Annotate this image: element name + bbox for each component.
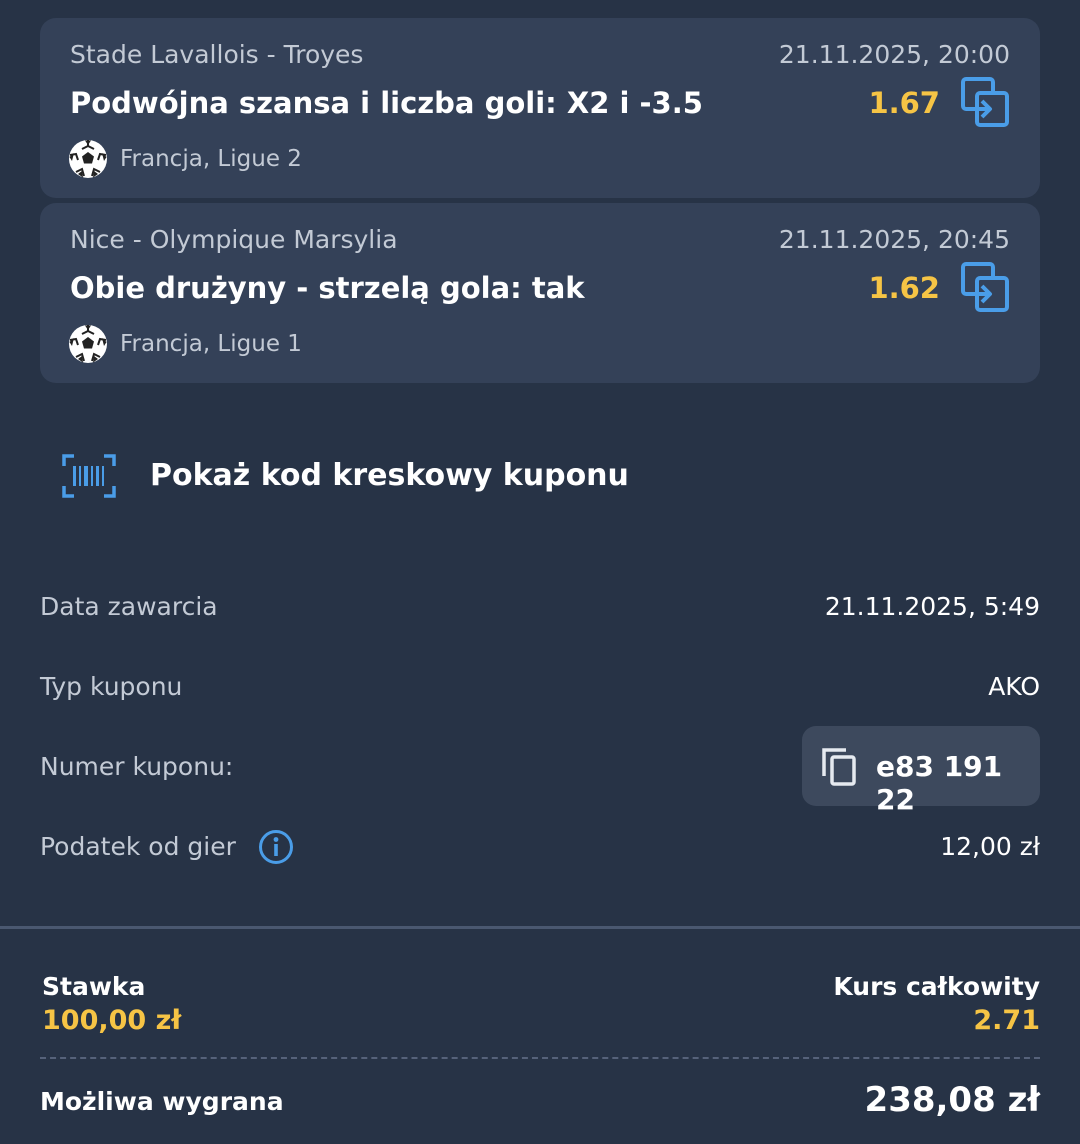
bet-market: Obie drużyny - strzelą gola: tak xyxy=(70,271,585,305)
bet-market: Podwójna szansa i liczba goli: X2 i -3.5 xyxy=(70,86,703,120)
match-date: 21.11.2025, 20:45 xyxy=(778,225,1010,254)
bet-card[interactable]: Stade Lavallois - Troyes 21.11.2025, 20:… xyxy=(40,18,1040,198)
copy-coupon-number-button[interactable]: e83 191 22 xyxy=(802,726,1040,816)
match-name: Nice - Olympique Marsylia xyxy=(70,225,398,254)
possible-win-label: Możliwa wygrana xyxy=(40,1087,284,1116)
match-name: Stade Lavallois - Troyes xyxy=(70,40,364,69)
stake-label: Stawka xyxy=(42,972,146,1001)
soccer-ball-icon xyxy=(69,325,107,363)
tax-value: 12,00 zł xyxy=(940,832,1040,861)
date-label: Data zawarcia xyxy=(40,592,218,621)
total-odds-label: Kurs całkowity xyxy=(833,972,1040,1001)
info-icon[interactable] xyxy=(258,829,294,865)
date-value: 21.11.2025, 5:49 xyxy=(824,592,1040,621)
match-date: 21.11.2025, 20:00 xyxy=(778,40,1010,69)
divider xyxy=(0,926,1080,929)
copy-to-slip-icon[interactable] xyxy=(960,261,1010,313)
show-barcode-label: Pokaż kod kreskowy kuponu xyxy=(150,458,629,493)
league-name: Francja, Ligue 2 xyxy=(120,146,302,172)
bet-card[interactable]: Nice - Olympique Marsylia 21.11.2025, 20… xyxy=(40,203,1040,383)
tax-label: Podatek od gier xyxy=(40,832,236,861)
coupon-number-label: Numer kuponu: xyxy=(40,752,234,781)
possible-win-value: 238,08 zł xyxy=(864,1080,1040,1120)
barcode-scan-icon xyxy=(62,454,116,498)
total-odds-value: 2.71 xyxy=(973,1005,1040,1036)
dashed-divider xyxy=(40,1057,1040,1059)
coupon-type-label: Typ kuponu xyxy=(40,672,183,701)
soccer-ball-icon xyxy=(69,140,107,178)
copy-icon xyxy=(822,748,856,786)
copy-to-slip-icon[interactable] xyxy=(960,76,1010,128)
stake-value: 100,00 zł xyxy=(42,1005,182,1036)
coupon-number-value: e83 191 22 xyxy=(876,750,1003,816)
show-barcode-button[interactable]: Pokaż kod kreskowy kuponu xyxy=(60,450,660,502)
coupon-type-value: AKO xyxy=(988,672,1040,701)
bet-odds: 1.67 xyxy=(868,86,940,120)
league-name: Francja, Ligue 1 xyxy=(120,331,302,357)
bet-odds: 1.62 xyxy=(868,271,940,305)
